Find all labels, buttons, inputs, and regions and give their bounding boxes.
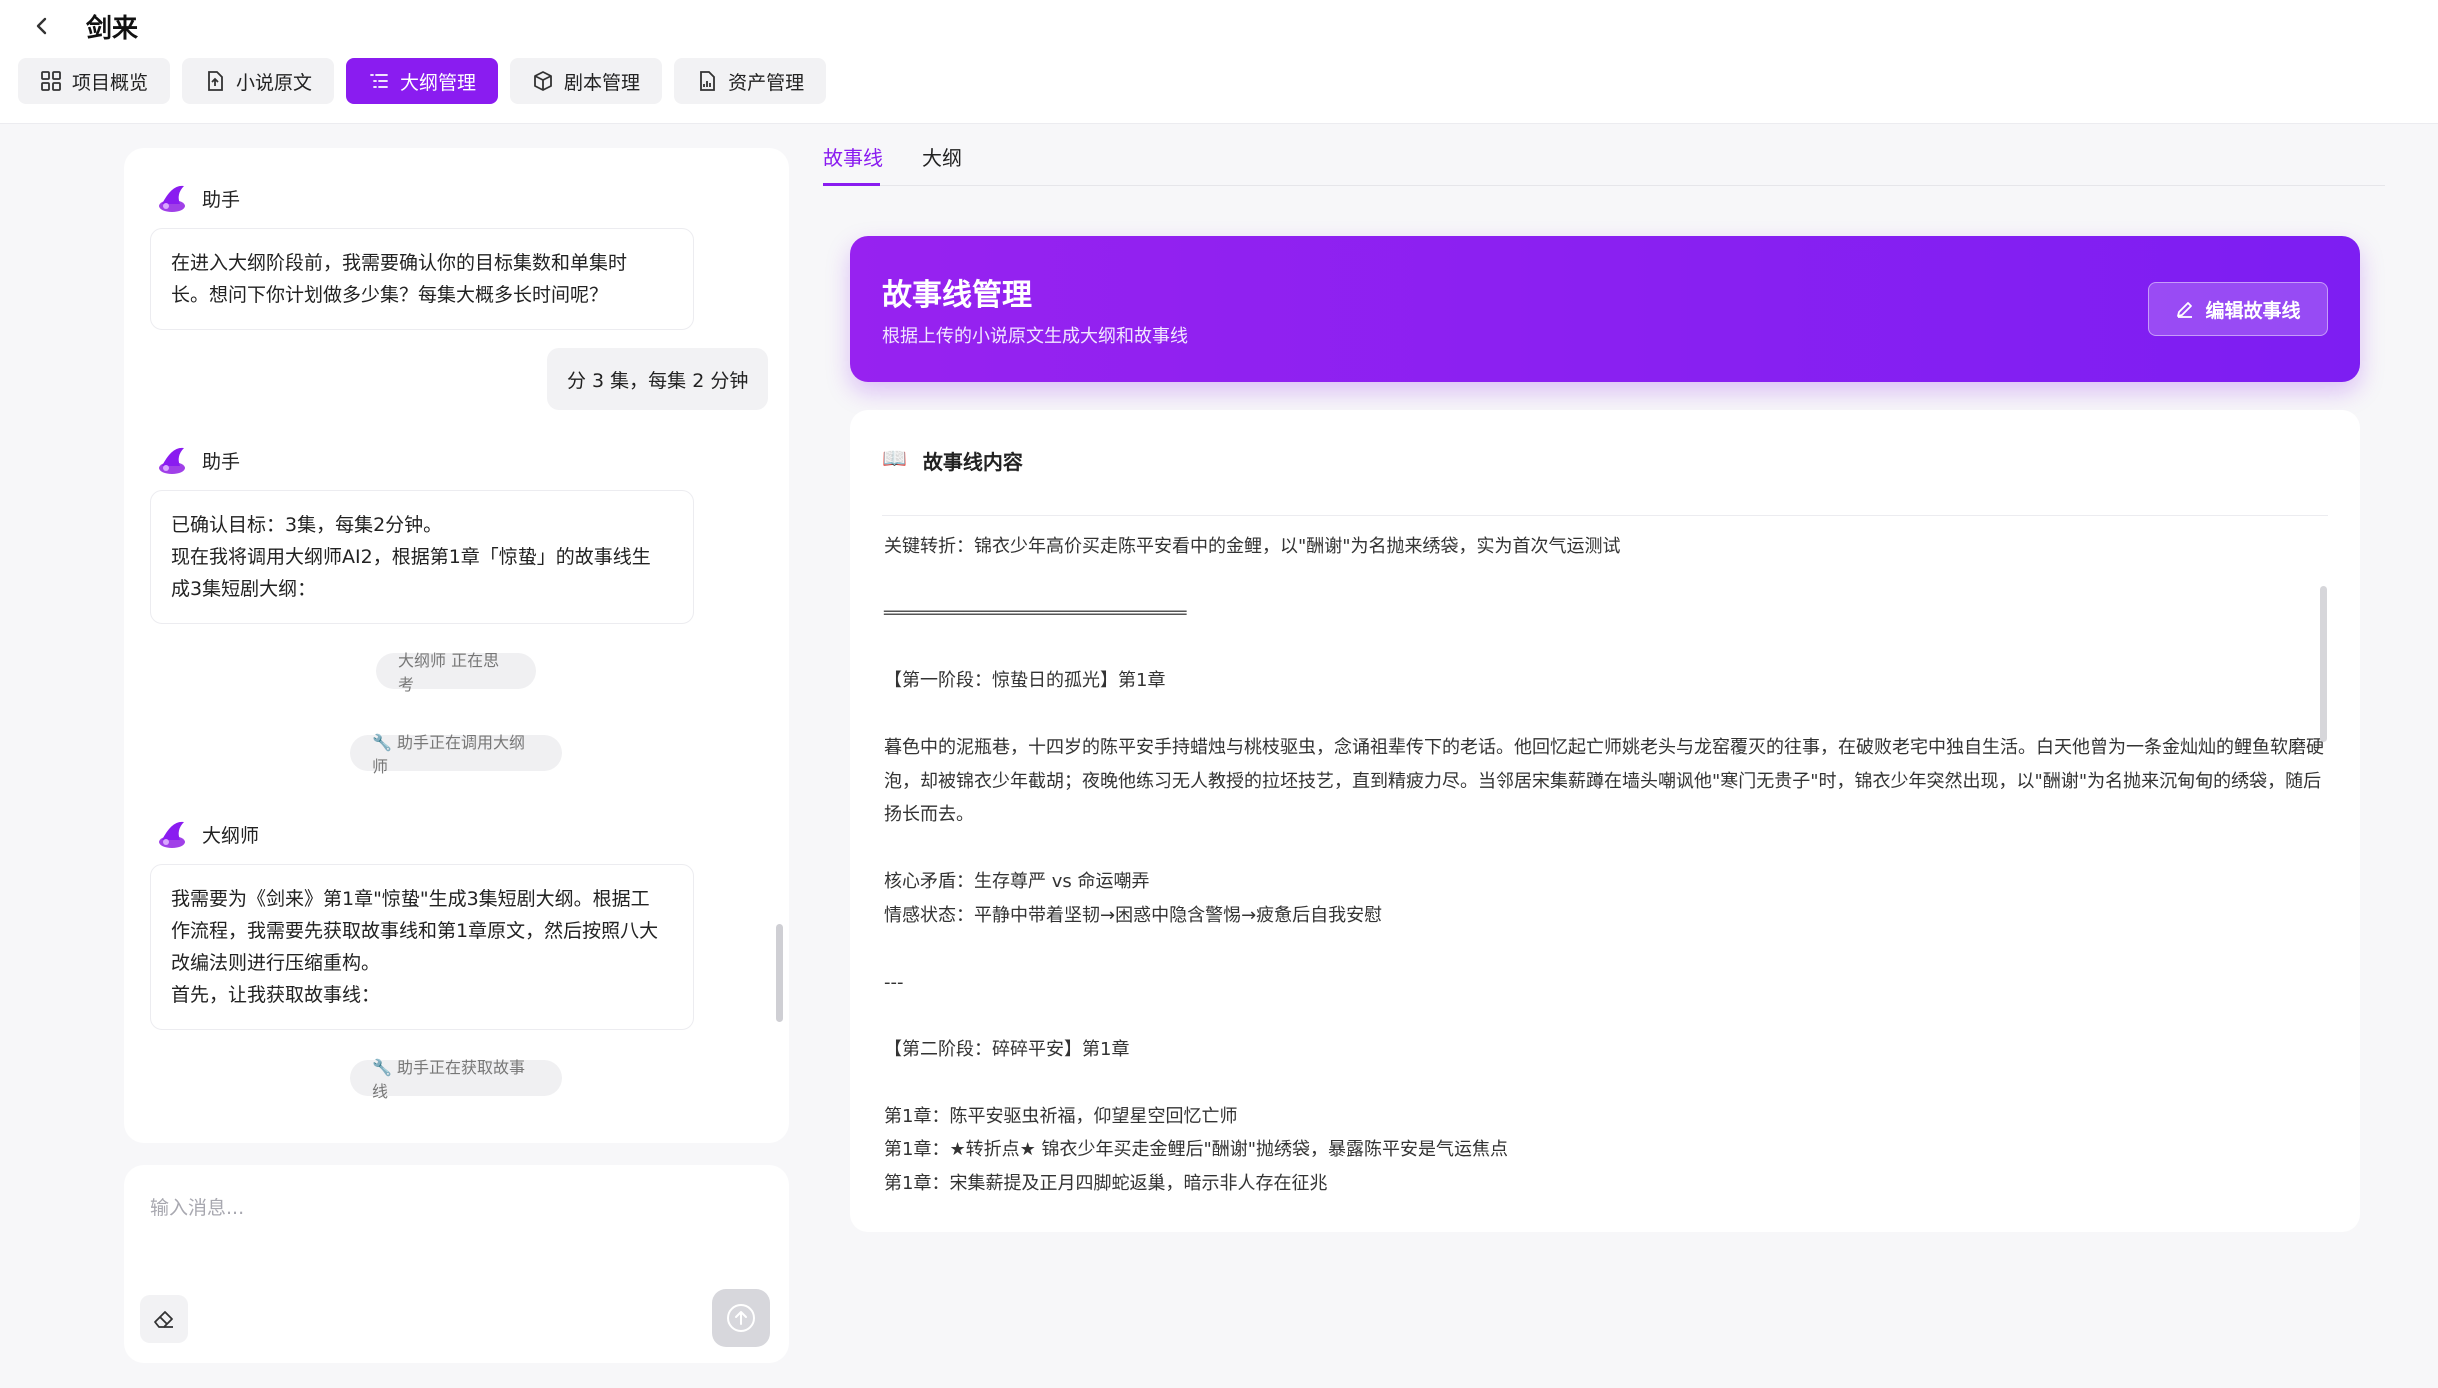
assistant-message: 我需要为《剑来》第1章"惊蛰"生成3集短剧大纲。根据工 作流程，我需要先获取故事… — [150, 864, 694, 1030]
pencil-icon — [2177, 302, 2193, 318]
chat-scrollbar[interactable] — [776, 924, 783, 1022]
main-tabs: 项目概览 小说原文 大纲管理 剧本管理 资产管理 — [18, 58, 827, 104]
tab-label: 故事线 — [823, 146, 883, 170]
tab-label: 剧本管理 — [564, 71, 641, 94]
status-pill: 大纲师 正在思考 — [376, 651, 536, 694]
message-line: 改编法则进行压缩重构。 — [171, 952, 381, 974]
tab-novel-source[interactable]: 小说原文 — [182, 58, 335, 104]
paragraph: 暮色中的泥瓶巷，十四岁的陈平安手持蜡烛与桃枝驱虫，念诵祖辈传下的老话。他回忆起亡… — [884, 737, 2324, 825]
project-title: 剑来 — [86, 14, 139, 44]
tab-label: 小说原文 — [236, 71, 313, 94]
card-title: 故事线内容 — [922, 450, 1023, 474]
text-line — [884, 999, 2324, 1033]
text-line — [884, 564, 2324, 598]
send-arrow-icon — [727, 1304, 755, 1332]
status-pill: 🔧 助手正在获取故事线 — [350, 1058, 562, 1101]
message-input[interactable]: 输入消息... — [150, 1193, 244, 1220]
outliner-avatar-icon — [159, 821, 185, 848]
book-icon: 📖 — [882, 446, 907, 470]
sender-name: 助手 — [202, 188, 241, 211]
sender-name: 助手 — [202, 450, 241, 473]
tab-label: 大纲管理 — [400, 71, 477, 94]
text-line: 第1章：宋集薪提及正月四脚蛇返巢，暗示非人存在征兆 — [884, 1172, 1328, 1194]
text-line — [884, 631, 2324, 665]
message-line: 长。想问下你计划做多少集？每集大概多长时间呢？ — [171, 284, 609, 306]
edit-storyline-button[interactable]: 编辑故事线 — [2148, 282, 2328, 336]
sender-name: 大纲师 — [202, 824, 260, 847]
message-input-panel: 输入消息... — [124, 1165, 789, 1363]
tab-label: 资产管理 — [728, 71, 805, 94]
banner-subtitle: 根据上传的小说原文生成大纲和故事线 — [882, 326, 1188, 347]
message-line: 作流程，我需要先获取故事线和第1章原文，然后按照八大 — [171, 920, 659, 942]
storyline-banner: 故事线管理 根据上传的小说原文生成大纲和故事线 编辑故事线 — [850, 236, 2360, 382]
clear-button[interactable] — [140, 1295, 188, 1343]
text-line: 情感状态：平静中带着坚韧→困惑中隐含警惕→疲惫后自我安慰 — [884, 904, 1383, 926]
text-line — [884, 832, 2324, 866]
content-tabs: 故事线 大纲 — [823, 130, 2385, 186]
tab-project-overview[interactable]: 项目概览 — [18, 58, 171, 104]
assistant-avatar-icon — [159, 185, 185, 212]
tab-outline-management[interactable]: 大纲管理 — [346, 58, 499, 104]
document-icon — [208, 71, 223, 91]
send-button[interactable] — [712, 1289, 770, 1347]
chat-panel: 助手 在进入大纲阶段前，我需要确认你的目标集数和单集时 长。想问下你计划做多少集… — [124, 148, 789, 1143]
message-line: 已确认目标：3集，每集2分钟。 — [171, 514, 443, 536]
list-icon — [370, 74, 388, 88]
top-bar: 剑来 项目概览 小说原文 大纲管理 剧本管理 资产管理 — [0, 0, 2438, 124]
card-header: 📖 故事线内容 — [882, 446, 2328, 516]
text-line: 核心矛盾：生存尊严 vs 命运嘲弄 — [884, 871, 1150, 892]
tab-outline[interactable]: 大纲 — [922, 142, 962, 171]
message-header: 助手 — [154, 180, 240, 216]
message-header: 大纲师 — [154, 816, 259, 852]
section-heading: 【第一阶段：惊蛰日的孤光】第1章 — [884, 670, 1166, 691]
divider-line: ══════════════════════════════════ — [884, 603, 1186, 624]
assistant-message: 在进入大纲阶段前，我需要确认你的目标集数和单集时 长。想问下你计划做多少集？每集… — [150, 228, 694, 330]
text-line: 第1章：陈平安驱虫祈福，仰望星空回忆亡师 — [884, 1105, 1238, 1127]
banner-title: 故事线管理 — [882, 278, 1032, 313]
message-line: 在进入大纲阶段前，我需要确认你的目标集数和单集时 — [171, 252, 628, 274]
section-heading: 【第二阶段：碎碎平安】第1章 — [884, 1038, 1130, 1060]
content-scrollbar[interactable] — [2320, 586, 2327, 742]
cube-icon — [534, 71, 552, 91]
message-header: 助手 — [154, 442, 240, 478]
grid-icon — [41, 71, 61, 91]
status-pill: 🔧 助手正在调用大纲师 — [350, 733, 562, 776]
active-tab-indicator — [823, 183, 880, 186]
message-line: 我需要为《剑来》第1章"惊蛰"生成3集短剧大纲。根据工 — [171, 888, 650, 910]
message-line: 现在我将调用大纲师AI2，根据第1章「惊蛰」的故事线生 — [171, 546, 651, 568]
tab-label: 项目概览 — [72, 71, 149, 94]
text-line: --- — [884, 971, 904, 993]
message-line: 成3集短剧大纲： — [171, 578, 317, 600]
tab-asset-management[interactable]: 资产管理 — [674, 58, 827, 104]
assistant-message: 已确认目标：3集，每集2分钟。 现在我将调用大纲师AI2，根据第1章「惊蛰」的故… — [150, 490, 694, 624]
text-line — [884, 1066, 2324, 1100]
edit-button-label: 编辑故事线 — [2205, 299, 2301, 322]
user-message: 分 3 集，每集 2 分钟 — [547, 348, 769, 410]
text-line — [884, 698, 2324, 732]
text-line: 关键转折：锦衣少年高价买走陈平安看中的金鲤，以"酬谢"为名抛来绣袋，实为首次气运… — [884, 536, 1621, 557]
eraser-icon — [154, 1311, 173, 1328]
tab-script-management[interactable]: 剧本管理 — [510, 58, 663, 104]
storyline-text: 关键转折：锦衣少年高价买走陈平安看中的金鲤，以"酬谢"为名抛来绣袋，实为首次气运… — [884, 530, 2324, 1200]
message-line: 首先，让我获取故事线： — [171, 984, 381, 1006]
storyline-content-card: 📖 故事线内容 关键转折：锦衣少年高价买走陈平安看中的金鲤，以"酬谢"为名抛来绣… — [850, 410, 2360, 1232]
text-line — [884, 932, 2324, 966]
tab-storyline[interactable]: 故事线 — [823, 142, 883, 171]
back-arrow-icon[interactable] — [28, 12, 56, 40]
assistant-avatar-icon — [159, 447, 185, 474]
text-line: 第1章：★转折点★ 锦衣少年买走金鲤后"酬谢"抛绣袋，暴露陈平安是气运焦点 — [884, 1139, 1509, 1160]
tab-label: 大纲 — [922, 146, 962, 170]
chart-doc-icon — [700, 71, 715, 91]
